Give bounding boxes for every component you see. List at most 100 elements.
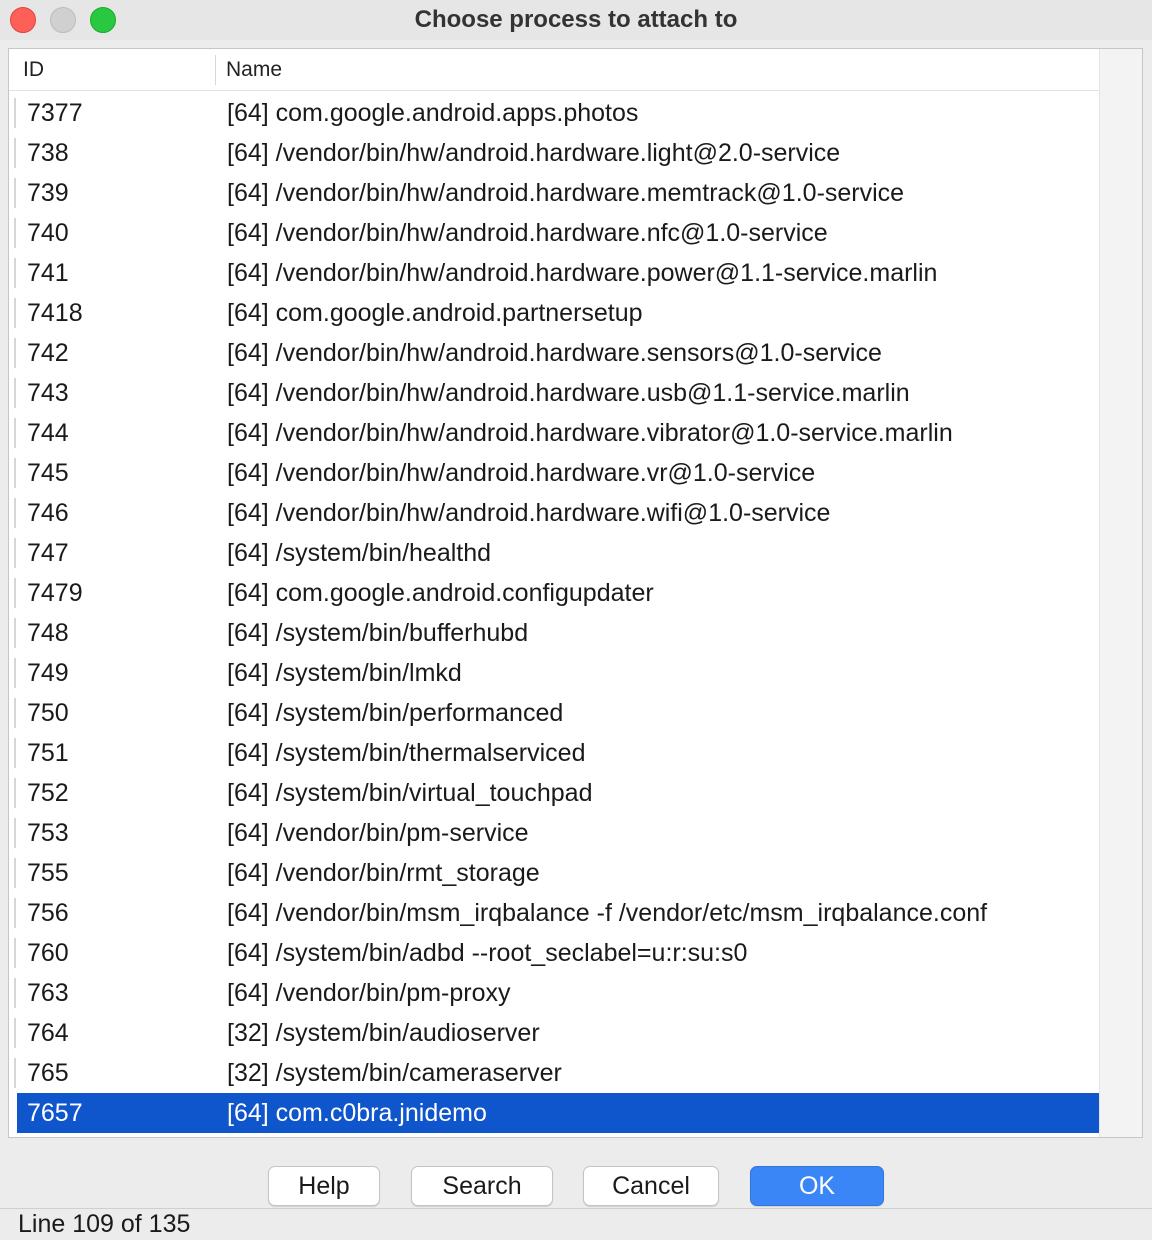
process-name-cell: [64] /vendor/bin/hw/android.hardware.wif… (227, 498, 831, 527)
table-row[interactable]: 755 [64] /vendor/bin/rmt_storage (9, 853, 1099, 893)
ok-button[interactable]: OK (750, 1166, 884, 1206)
table-row[interactable]: 741 [64] /vendor/bin/hw/android.hardware.… (9, 253, 1099, 293)
column-header-name[interactable]: Name (215, 55, 282, 85)
table-row[interactable]: 765 [32] /system/bin/cameraserver (9, 1053, 1099, 1093)
table-row[interactable]: 749 [64] /system/bin/lmkd (9, 653, 1099, 693)
cancel-button[interactable]: Cancel (583, 1166, 719, 1206)
table-row[interactable]: 756 [64] /vendor/bin/msm_irqbalance -f /v… (9, 893, 1099, 933)
row-edge (14, 218, 16, 248)
process-id-cell: 744 (27, 418, 69, 447)
row-edge (14, 738, 16, 768)
process-name-cell: [64] /system/bin/healthd (227, 538, 492, 567)
process-id-cell: 740 (27, 218, 69, 247)
minimize-window-icon[interactable] (50, 7, 76, 33)
table-row[interactable]: 748 [64] /system/bin/bufferhubd (9, 613, 1099, 653)
table-row[interactable]: 751 [64] /system/bin/thermalserviced (9, 733, 1099, 773)
table-row[interactable]: 763 [64] /vendor/bin/pm-proxy (9, 973, 1099, 1013)
process-id-cell: 756 (27, 898, 69, 927)
process-id-cell: 738 (27, 138, 69, 167)
process-name-cell: [64] /system/bin/performanced (227, 698, 564, 727)
row-edge (14, 978, 16, 1008)
process-name-cell: [32] /system/bin/cameraserver (227, 1058, 562, 1087)
table-row[interactable]: 752 [64] /system/bin/virtual_touchpad (9, 773, 1099, 813)
process-name-cell: [64] com.google.android.partnersetup (227, 298, 643, 327)
process-name-cell: [64] /system/bin/adbd --root_seclabel=u:… (227, 938, 748, 967)
process-name-cell: [64] /vendor/bin/hw/android.hardware.lig… (227, 138, 841, 167)
process-name-cell: [64] /vendor/bin/hw/android.hardware.sen… (227, 338, 882, 367)
row-edge (14, 858, 16, 888)
close-window-icon[interactable] (10, 7, 36, 33)
table-header: ID Name (9, 49, 1099, 91)
row-edge (14, 1058, 16, 1088)
row-edge (14, 298, 16, 328)
process-name-cell: [64] /vendor/bin/pm-service (227, 818, 529, 847)
process-name-cell: [64] com.google.android.apps.photos (227, 98, 639, 127)
process-id-cell: 764 (27, 1018, 69, 1047)
process-id-cell: 765 (27, 1058, 69, 1087)
row-edge (14, 498, 16, 528)
process-id-cell: 749 (27, 658, 69, 687)
table-row[interactable]: 7479 [64] com.google.android.configupdate… (9, 573, 1099, 613)
zoom-window-icon[interactable] (90, 7, 116, 33)
row-edge (14, 378, 16, 408)
process-id-cell: 7479 (27, 578, 83, 607)
process-id-cell: 752 (27, 778, 69, 807)
process-name-cell: [64] /vendor/bin/hw/android.hardware.nfc… (227, 218, 828, 247)
row-edge (14, 538, 16, 568)
row-edge (14, 98, 16, 128)
process-id-cell: 750 (27, 698, 69, 727)
process-name-cell: [64] /vendor/bin/msm_irqbalance -f /vend… (227, 898, 988, 927)
vertical-scrollbar[interactable] (1099, 49, 1142, 1137)
table-row[interactable]: 745 [64] /vendor/bin/hw/android.hardware.… (9, 453, 1099, 493)
table-row[interactable]: 747 [64] /system/bin/healthd (9, 533, 1099, 573)
table-body: 7377 [64] com.google.android.apps.photos 7… (9, 93, 1099, 1133)
table-row[interactable]: 7657 [64] com.c0bra.jnidemo (17, 1093, 1099, 1133)
process-id-cell: 739 (27, 178, 69, 207)
help-button[interactable]: Help (268, 1166, 380, 1206)
table-row[interactable]: 7377 [64] com.google.android.apps.photos (9, 93, 1099, 133)
process-id-cell: 747 (27, 538, 69, 567)
column-header-id[interactable]: ID (23, 49, 213, 91)
table-row[interactable]: 739 [64] /vendor/bin/hw/android.hardware.… (9, 173, 1099, 213)
row-edge (14, 178, 16, 208)
window-title: Choose process to attach to (414, 6, 738, 33)
row-edge (14, 338, 16, 368)
row-edge (14, 938, 16, 968)
process-id-cell: 745 (27, 458, 69, 487)
row-edge (14, 1018, 16, 1048)
process-name-cell: [64] /vendor/bin/hw/android.hardware.usb… (227, 378, 910, 407)
table-row[interactable]: 740 [64] /vendor/bin/hw/android.hardware.… (9, 213, 1099, 253)
table-row[interactable]: 753 [64] /vendor/bin/pm-service (9, 813, 1099, 853)
table-row[interactable]: 750 [64] /system/bin/performanced (9, 693, 1099, 733)
process-name-cell: [32] /system/bin/audioserver (227, 1018, 540, 1047)
process-name-cell: [64] /system/bin/bufferhubd (227, 618, 529, 647)
row-edge (14, 258, 16, 288)
table-row[interactable]: 760 [64] /system/bin/adbd --root_seclabel… (9, 933, 1099, 973)
process-name-cell: [64] /system/bin/virtual_touchpad (227, 778, 593, 807)
table-row[interactable]: 746 [64] /vendor/bin/hw/android.hardware.… (9, 493, 1099, 533)
table-row[interactable]: 744 [64] /vendor/bin/hw/android.hardware.… (9, 413, 1099, 453)
process-id-cell: 746 (27, 498, 69, 527)
row-edge (14, 698, 16, 728)
process-name-cell: [64] /vendor/bin/hw/android.hardware.vib… (227, 418, 953, 447)
table-row[interactable]: 738 [64] /vendor/bin/hw/android.hardware.… (9, 133, 1099, 173)
process-name-cell: [64] /system/bin/thermalserviced (227, 738, 586, 767)
process-id-cell: 741 (27, 258, 69, 287)
row-edge (14, 658, 16, 688)
table-row[interactable]: 743 [64] /vendor/bin/hw/android.hardware.… (9, 373, 1099, 413)
row-edge (14, 578, 16, 608)
table-row[interactable]: 742 [64] /vendor/bin/hw/android.hardware.… (9, 333, 1099, 373)
process-list[interactable]: ID Name 7377 [64] com.google.android.apps… (8, 48, 1143, 1138)
process-id-cell: 742 (27, 338, 69, 367)
status-bar: Line 109 of 135 (0, 1208, 1152, 1240)
table-row[interactable]: 764 [32] /system/bin/audioserver (9, 1013, 1099, 1053)
button-row: Help Search Cancel OK (0, 1166, 1152, 1206)
process-name-cell: [64] /vendor/bin/rmt_storage (227, 858, 540, 887)
process-name-cell: [64] /vendor/bin/hw/android.hardware.mem… (227, 178, 905, 207)
process-name-cell: [64] /system/bin/lmkd (227, 658, 462, 687)
process-name-cell: [64] com.c0bra.jnidemo (227, 1098, 487, 1127)
search-button[interactable]: Search (411, 1166, 553, 1206)
process-name-cell: [64] com.google.android.configupdater (227, 578, 654, 607)
row-edge (14, 818, 16, 848)
table-row[interactable]: 7418 [64] com.google.android.partnersetup (9, 293, 1099, 333)
